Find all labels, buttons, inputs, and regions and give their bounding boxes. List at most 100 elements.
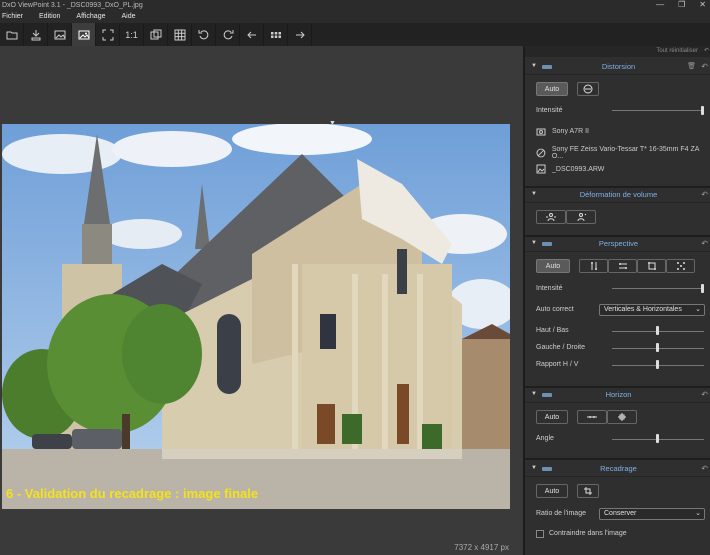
person-sphere-icon [577, 213, 587, 222]
perspective-intensity-label: Intensité [536, 285, 563, 292]
crop-icon [584, 487, 592, 495]
menu-aide[interactable]: Aide [121, 13, 135, 20]
minimize-button[interactable]: — [656, 0, 664, 10]
constrain-checkbox[interactable] [536, 530, 544, 538]
perspective-intensity-slider[interactable] [612, 288, 704, 289]
single-image-button[interactable] [72, 23, 96, 46]
trash-icon[interactable]: 🗑 [687, 62, 696, 70]
title-bar: DxO ViewPoint 3.1 - _DSC0993_DxO_PL.jpg … [0, 0, 710, 10]
recadrage-auto-button[interactable]: Auto [536, 484, 568, 498]
lens-model: Sony FE Zeiss Vario-Tessar T* 16-35mm F4… [551, 146, 700, 160]
export-icon [31, 29, 40, 40]
section-volume[interactable]: ▼ Déformation de volume ↶ [525, 188, 710, 203]
crosshair-icon [618, 413, 626, 421]
ratio-select[interactable]: Conserver ⌄ [599, 508, 705, 520]
perspective-auto-button[interactable]: Auto [536, 259, 570, 273]
rotate-right-button[interactable] [216, 23, 240, 46]
perspective-horizontal-button[interactable] [608, 259, 637, 273]
close-button[interactable]: ✕ [699, 0, 706, 10]
maximize-button[interactable]: ❐ [678, 0, 685, 10]
rapport-label: Rapport H / V [536, 361, 579, 368]
perspective-rectangle-button[interactable] [637, 259, 666, 273]
rapport-knob[interactable] [656, 360, 659, 369]
next-image-button[interactable] [288, 23, 312, 46]
open-folder-button[interactable] [0, 23, 24, 46]
undo-icon[interactable]: ↶ [701, 464, 708, 473]
menu-bar: Fichier Edition Affichage Aide [0, 10, 710, 23]
eight-points-icon [676, 262, 685, 270]
file-name: _DSC0993.ARW [552, 165, 605, 173]
section-recadrage[interactable]: ▼ Recadrage ↶ [525, 462, 710, 477]
image-file-icon [536, 164, 546, 174]
image-viewer[interactable]: ▼ 6 - Validation du recadrage: image fi… [0, 46, 523, 555]
menu-fichier[interactable]: Fichier [2, 13, 23, 20]
perspective-intensity-knob[interactable] [701, 284, 704, 293]
perspective-vertical-button[interactable] [579, 259, 608, 273]
filmstrip-button[interactable] [264, 23, 288, 46]
reset-all-icon[interactable]: ↶ [704, 46, 709, 57]
volume-spherical-button[interactable] [566, 210, 596, 224]
crop-tool-button[interactable] [577, 484, 599, 498]
app-window: DxO ViewPoint 3.1 - _DSC0993_DxO_PL.jpg … [0, 0, 710, 555]
arrow-right-icon [295, 31, 305, 38]
compare-icon [150, 29, 161, 39]
undo-icon[interactable]: ↶ [701, 190, 708, 199]
grid-button[interactable] [168, 23, 192, 46]
compare-button[interactable] [144, 23, 168, 46]
angle-label: Angle [536, 435, 554, 442]
section-horizon[interactable]: ▼ Horizon ↶ [525, 388, 710, 403]
rotate-left-button[interactable] [192, 23, 216, 46]
ratio-value: Conserver [604, 510, 637, 517]
reset-all[interactable]: Tout réinitialiser ↶ [525, 46, 710, 57]
reset-all-label: Tout réinitialiser [656, 48, 698, 54]
ratio-label: Ratio de l'image [536, 510, 586, 517]
horizon-line-button[interactable] [577, 410, 607, 424]
picture-icon [78, 30, 89, 39]
lens-row: Sony FE Zeiss Vario-Tessar T* 16-35mm F4… [536, 146, 710, 160]
image-view-button[interactable] [48, 23, 72, 46]
auto-correct-select[interactable]: Verticales & Horizontales ⌄ [599, 304, 705, 316]
auto-correct-label: Auto correct [536, 306, 574, 313]
perspective-eight-points-button[interactable] [666, 259, 695, 273]
folder-icon [6, 31, 17, 39]
horizontal-lines-icon [618, 263, 627, 269]
arrow-left-icon [246, 31, 256, 38]
export-button[interactable] [24, 23, 48, 46]
image-icon [54, 30, 65, 39]
previous-image-button[interactable] [240, 23, 264, 46]
undo-icon[interactable]: ↶ [701, 239, 708, 248]
camera-icon [536, 128, 546, 136]
expand-icon [102, 29, 113, 40]
volume-cylindrical-button[interactable] [536, 210, 566, 224]
perspective-title: Perspective [598, 239, 639, 248]
window-title: DxO ViewPoint 3.1 - _DSC0993_DxO_PL.jpg [2, 1, 143, 9]
menu-affichage[interactable]: Affichage [76, 13, 105, 20]
haut-bas-label: Haut / Bas [536, 327, 569, 334]
filmstrip-icon [270, 31, 281, 38]
horizon-auto-button[interactable]: Auto [536, 410, 568, 424]
undo-icon[interactable]: ↶ [701, 62, 708, 71]
section-distorsion[interactable]: ▼ Distorsion 🗑 ↶ [525, 60, 710, 75]
grid-icon [174, 29, 185, 40]
horizon-cross-button[interactable] [607, 410, 637, 424]
angle-knob[interactable] [656, 434, 659, 443]
distorsion-auto-button[interactable]: Auto [536, 82, 568, 96]
auto-correct-value: Verticales & Horizontales [604, 306, 682, 313]
distorsion-intensity-knob[interactable] [701, 106, 704, 115]
menu-edition[interactable]: Edition [39, 13, 60, 20]
haut-bas-knob[interactable] [656, 326, 659, 335]
fit-screen-button[interactable] [96, 23, 120, 46]
rotate-right-icon [223, 29, 233, 39]
section-perspective[interactable]: ▼ Perspective ↶ [525, 237, 710, 252]
rotate-left-icon [198, 29, 208, 39]
correction-panel: Tout réinitialiser ↶ ▼ Distorsion 🗑 ↶ Au… [523, 46, 710, 555]
undo-icon[interactable]: ↶ [701, 390, 708, 399]
distorsion-mode-button[interactable] [577, 82, 599, 96]
constrain-label: Contraindre dans l'image [549, 530, 627, 537]
volume-title: Déformation de volume [579, 190, 658, 199]
zoom-100-button[interactable]: 1:1 [120, 23, 144, 46]
distorsion-intensity-slider[interactable] [612, 110, 704, 111]
lens-distortion-icon [583, 84, 593, 94]
gauche-droite-knob[interactable] [656, 343, 659, 352]
church-photo-svg [2, 124, 510, 509]
